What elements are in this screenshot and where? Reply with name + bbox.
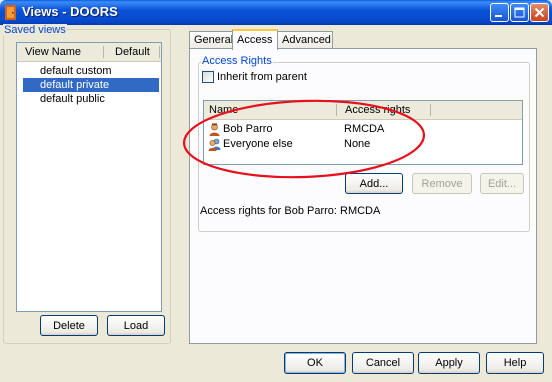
tab-general[interactable]: General — [189, 31, 235, 48]
access-row-name: Everyone else — [223, 138, 293, 150]
cancel-button[interactable]: Cancel — [352, 352, 414, 374]
column-separator[interactable] — [336, 104, 337, 116]
minimize-button[interactable] — [490, 3, 509, 22]
access-row-rights: None — [344, 138, 371, 150]
apply-button[interactable]: Apply — [418, 352, 480, 374]
add-button[interactable]: Add... — [345, 173, 403, 194]
window-title: Views - DOORS — [22, 4, 118, 19]
close-button[interactable] — [530, 3, 549, 22]
doors-app-icon — [5, 5, 16, 20]
column-header-default[interactable]: Default — [115, 43, 150, 61]
user-icon — [209, 123, 220, 136]
group-icon — [208, 138, 221, 151]
view-item-default-private[interactable]: default private — [23, 78, 159, 92]
column-separator[interactable] — [103, 46, 104, 58]
access-row-rights: RMCDA — [344, 123, 385, 135]
delete-button[interactable]: Delete — [40, 315, 98, 336]
tab-access[interactable]: Access — [232, 29, 278, 50]
title-bar[interactable]: Views - DOORS — [0, 0, 552, 25]
access-row-everyone-else[interactable]: Everyone else None — [204, 137, 522, 152]
access-rights-list[interactable]: Name Access rights Bob Parro RMCDA Every… — [203, 100, 523, 165]
close-icon — [534, 7, 545, 18]
saved-views-legend: Saved views — [3, 24, 67, 36]
access-rights-legend: Access Rights — [201, 55, 273, 67]
column-separator[interactable] — [159, 46, 160, 58]
column-header-access-rights[interactable]: Access rights — [345, 101, 410, 119]
ok-button[interactable]: OK — [284, 352, 346, 374]
access-row-bob-parro[interactable]: Bob Parro RMCDA — [204, 122, 522, 137]
help-button[interactable]: Help — [486, 352, 544, 374]
column-header-name[interactable]: Name — [209, 101, 238, 119]
edit-button[interactable]: Edit... — [480, 173, 524, 194]
inherit-from-parent-label[interactable]: Inherit from parent — [217, 71, 307, 83]
column-header-view-name[interactable]: View Name — [25, 43, 81, 61]
maximize-button[interactable] — [510, 3, 529, 22]
load-button[interactable]: Load — [107, 315, 165, 336]
access-row-name: Bob Parro — [223, 123, 273, 135]
views-list-header: View Name Default — [17, 43, 161, 62]
remove-button[interactable]: Remove — [412, 173, 472, 194]
view-item-default-custom[interactable]: default custom — [23, 64, 159, 78]
saved-views-list[interactable]: View Name Default default custom default… — [16, 42, 162, 312]
views-window: Views - DOORS Saved views View Name Defa… — [0, 0, 552, 382]
maximize-icon — [514, 7, 525, 18]
minimize-icon — [495, 15, 502, 17]
access-rights-status: Access rights for Bob Parro: RMCDA — [200, 205, 381, 217]
column-separator[interactable] — [430, 104, 431, 116]
view-item-default-public[interactable]: default public — [23, 92, 159, 106]
tab-advanced[interactable]: Advanced — [277, 31, 333, 48]
inherit-from-parent-checkbox[interactable] — [202, 71, 214, 83]
access-rights-list-header: Name Access rights — [204, 101, 522, 120]
